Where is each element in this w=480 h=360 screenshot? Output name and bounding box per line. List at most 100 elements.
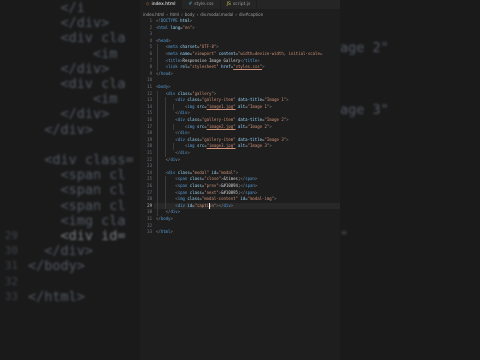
code-line[interactable]: 12 <div class="gallery"> xyxy=(140,91,340,98)
indent-guide xyxy=(165,176,166,210)
code-text: <div class="gallery-item" data-title="Im… xyxy=(175,136,289,142)
background-right-fragment: " xyxy=(340,229,349,245)
chevron-right-icon: › xyxy=(235,12,237,17)
tab-script-js[interactable]: JS script.js xyxy=(221,0,258,9)
line-number: 4 xyxy=(149,37,152,43)
line-number: 18 xyxy=(147,130,152,136)
line-number: 2 xyxy=(149,24,152,30)
code-line[interactable]: 3 xyxy=(140,31,340,38)
tab-style-css[interactable]: # style.css xyxy=(182,0,221,9)
code-text: <body> xyxy=(156,84,171,89)
breadcrumb-item[interactable]: body xyxy=(185,11,195,18)
code-line[interactable]: 27 <span class="next">&#10095;</span> xyxy=(140,190,340,197)
chevron-right-icon: › xyxy=(166,12,168,17)
breadcrumb-item[interactable]: div.modal.modal xyxy=(200,11,233,18)
line-number: 30 xyxy=(147,209,152,215)
code-line[interactable]: 13 <div class="gallery-item" data-title=… xyxy=(140,97,340,104)
code-text: <html lang="en"> xyxy=(156,24,195,30)
chevron-right-icon: › xyxy=(181,12,183,17)
code-text: </div> xyxy=(175,110,190,116)
line-number: 26 xyxy=(147,183,152,188)
line-number: 31 xyxy=(147,216,152,221)
breadcrumb-item[interactable]: html xyxy=(170,11,179,18)
line-number: 6 xyxy=(149,51,152,56)
code-line[interactable]: 32 xyxy=(140,223,340,230)
code-line[interactable]: 21 </div> xyxy=(140,150,340,157)
code-line[interactable]: 19 <div class="gallery-item" data-title=… xyxy=(140,137,340,144)
code-text: <span class="next">&#10095;</span> xyxy=(175,189,258,195)
code-line[interactable]: 14 <img src="image1.jpg" alt="Image 1"> xyxy=(140,104,340,111)
line-number: 17 xyxy=(147,123,152,129)
code-text: <img class="modal-content" id="modal-img… xyxy=(175,196,277,202)
code-line[interactable]: 9 </head> xyxy=(140,71,340,78)
editor-tab-bar: ◇ index.html # style.css JS script.js xyxy=(140,0,340,9)
code-line[interactable]: 23 xyxy=(140,163,340,170)
code-line[interactable]: 25 <span class="close">&times;</span> xyxy=(140,176,340,183)
line-number: 25 xyxy=(147,176,152,182)
code-text: <meta name="viewport" content="width=dev… xyxy=(165,51,323,56)
js-file-icon: JS xyxy=(226,2,231,7)
tab-label: style.css xyxy=(194,2,214,7)
indent-guide xyxy=(157,90,158,216)
code-line[interactable]: 20 <img src="image3.jpg" alt="Image 3"> xyxy=(140,143,340,150)
code-line[interactable]: 10 xyxy=(140,77,340,84)
code-line[interactable]: 1 <!DOCTYPE html> xyxy=(140,18,340,25)
line-number: 27 xyxy=(147,189,152,195)
code-text: <link rel="stylesheet" href="styles.css"… xyxy=(165,64,265,70)
code-editor-window: ◇ index.html # style.css JS script.js index.h… xyxy=(140,0,340,360)
code-line[interactable]: 16 <div class="gallery-item" data-title=… xyxy=(140,117,340,124)
code-line[interactable]: 29 <div id="caption"></div> xyxy=(140,203,340,210)
code-line[interactable]: 26 <span class="prev">&#10094;</span> xyxy=(140,183,340,190)
code-line[interactable]: 33 </html> xyxy=(140,229,340,236)
code-line[interactable]: 28 <img class="modal-content" id="modal-… xyxy=(140,196,340,203)
code-line[interactable]: 24 <div class="modal" id="modal"> xyxy=(140,170,340,177)
code-text: </div> xyxy=(175,130,190,136)
indent-guide xyxy=(173,143,174,150)
line-number: 8 xyxy=(149,64,152,70)
line-number: 14 xyxy=(147,103,152,109)
code-line[interactable]: 18 </div> xyxy=(140,130,340,137)
line-number: 28 xyxy=(147,196,152,202)
code-text: <div class="modal" id="modal"> xyxy=(165,169,238,175)
background-line-number: 33 xyxy=(4,289,18,303)
code-text: </div> xyxy=(175,150,190,155)
code-text: <!DOCTYPE html> xyxy=(156,18,193,23)
code-line[interactable]: 15 </div> xyxy=(140,110,340,117)
indent-guide xyxy=(165,97,166,157)
breadcrumb-item[interactable]: div#caption xyxy=(239,11,263,18)
code-line[interactable]: 22 </div> xyxy=(140,157,340,164)
breadcrumb: index.html › html › body › div.modal.modal › div… xyxy=(143,11,263,18)
background-right-fragment: age 3" xyxy=(340,102,389,118)
line-number: 3 xyxy=(149,31,152,37)
code-line[interactable]: 17 <img src="image2.jpg" alt="Image 2"> xyxy=(140,124,340,131)
code-text: </head> xyxy=(156,70,173,76)
tab-label: script.js xyxy=(232,2,251,7)
code-text: <div id="caption"></div> xyxy=(175,202,234,208)
code-text: <title>Responsive Image Gallery</title> xyxy=(165,57,260,63)
line-number: 1 xyxy=(149,18,152,23)
line-number: 22 xyxy=(147,156,152,162)
line-number: 20 xyxy=(147,143,152,149)
line-number: 24 xyxy=(147,169,152,175)
indent-guide xyxy=(157,44,158,71)
code-line[interactable]: 30 </div> xyxy=(140,209,340,216)
code-line[interactable]: 4 <head> xyxy=(140,38,340,45)
chevron-right-icon: › xyxy=(196,12,199,17)
code-line[interactable]: 7 <title>Responsive Image Gallery</title… xyxy=(140,58,340,65)
code-line[interactable]: 6 <meta name="viewport" content="width=d… xyxy=(140,51,340,58)
code-line[interactable]: 2 <html lang="en"> xyxy=(140,25,340,32)
line-number: 11 xyxy=(147,84,152,89)
code-line[interactable]: 8 <link rel="stylesheet" href="styles.cs… xyxy=(140,64,340,71)
code-line[interactable]: 31 </body> xyxy=(140,216,340,223)
code-text: </div> xyxy=(165,209,181,215)
breadcrumb-item[interactable]: index.html xyxy=(143,11,164,18)
text-cursor xyxy=(209,203,210,210)
code-line[interactable]: 11 <body> xyxy=(140,84,340,91)
line-number: 21 xyxy=(147,150,152,155)
code-line[interactable]: 5 <meta charset="UTF-8"> xyxy=(140,44,340,51)
tab-index-html[interactable]: ◇ index.html xyxy=(140,0,183,9)
indent-guide xyxy=(173,123,174,131)
line-number: 23 xyxy=(147,163,152,169)
code-text: </body> xyxy=(156,216,173,221)
code-text: <span class="prev">&#10094;</span> xyxy=(175,183,258,188)
